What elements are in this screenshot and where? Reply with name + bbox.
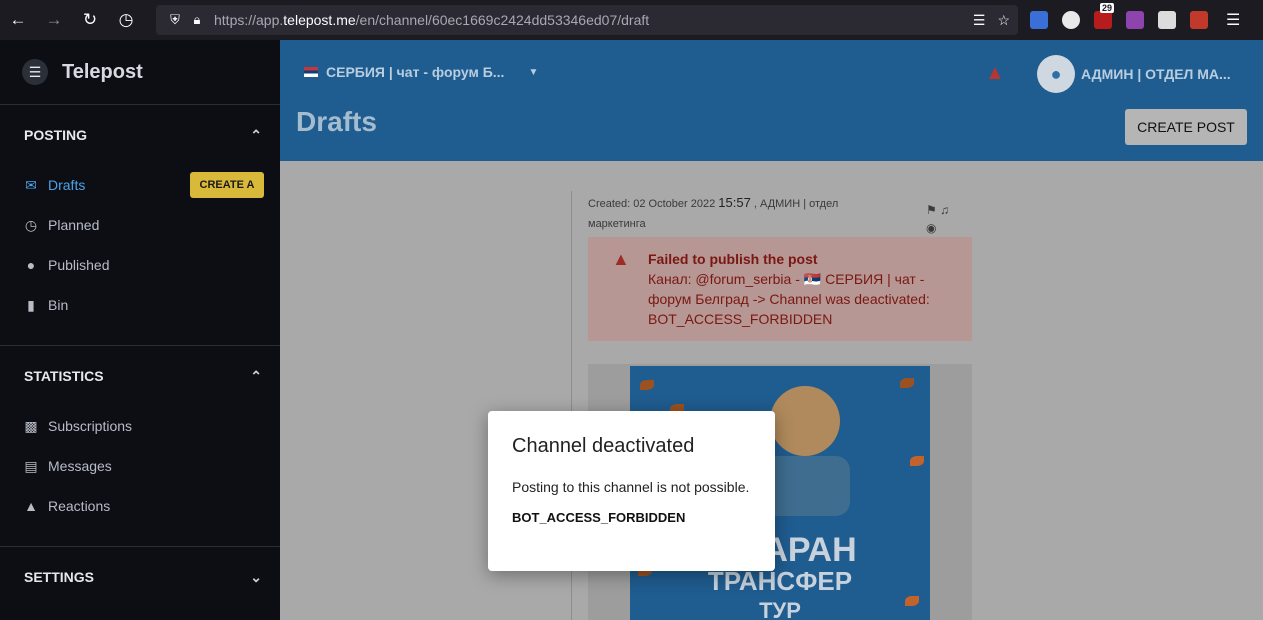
bell-off-icon[interactable]: ♫	[940, 203, 949, 217]
extension-icon[interactable]	[1158, 11, 1176, 29]
create-badge-button[interactable]: CREATE A	[190, 172, 264, 198]
extension-icon[interactable]	[1126, 11, 1144, 29]
warning-icon: ▲	[612, 249, 630, 269]
chevron-down-icon: ⌄	[250, 568, 262, 585]
error-text: Канал: @forum_serbia - 🇷🇸 СЕРБИЯ | чат -…	[648, 271, 930, 327]
thumbs-up-icon: ▲	[24, 498, 38, 514]
brand-name: Telepost	[62, 60, 143, 83]
post-meta: Created: 02 October 2022 15:57 , АДМИН |…	[588, 195, 839, 230]
bot-icon[interactable]: ◉	[926, 219, 949, 237]
dialog-error-code: BOT_ACCESS_FORBIDDEN	[512, 510, 686, 525]
shield-icon[interactable]: ⛨	[164, 12, 186, 28]
chevron-up-icon: ⌃	[250, 367, 262, 384]
address-bar[interactable]: ⛨ 🔒︎ https://app.telepost.me/en/channel/…	[156, 5, 1018, 35]
trash-icon: ▮	[27, 296, 35, 313]
warning-icon[interactable]: ▲	[985, 62, 1005, 85]
extension-icon[interactable]	[1062, 11, 1080, 29]
inbox-icon: ✉	[25, 176, 37, 193]
sidebar-item-published[interactable]: ● Published	[0, 245, 280, 285]
globe-icon: ●	[26, 257, 36, 273]
serbia-flag-icon	[304, 67, 318, 77]
caret-down-icon: ▼	[528, 66, 539, 78]
dialog-text: Posting to this channel is not possible.	[512, 479, 750, 495]
sidebar-item-reactions[interactable]: ▲ Reactions	[0, 486, 280, 526]
channel-selector[interactable]: СЕРБИЯ | чат - форум Б... ▼	[304, 64, 538, 80]
hamburger-icon[interactable]: ☰	[1226, 10, 1240, 30]
deactivated-dialog: Channel deactivated Posting to this chan…	[488, 411, 775, 571]
message-icon: ▤	[24, 457, 38, 474]
section-statistics[interactable]: STATISTICS ⌃	[0, 346, 280, 406]
page-title: Drafts	[296, 106, 377, 137]
error-alert: ▲ Failed to publish the post Канал: @for…	[588, 237, 972, 341]
post-meta-icons: ⚑ ♫ ◉	[926, 201, 949, 237]
topbar: СЕРБИЯ | чат - форум Б... ▼ ▲ ● АДМИН | …	[280, 40, 1263, 161]
extension-badge-icon[interactable]: 29	[1094, 3, 1115, 29]
sidebar-item-planned[interactable]: ◷ Planned	[0, 205, 280, 245]
star-icon[interactable]: ☆	[997, 12, 1010, 29]
sidebar: ☰ Telepost POSTING ⌃ ✉ Drafts CREATE A ◷…	[0, 40, 280, 620]
extension-icon[interactable]	[1190, 11, 1208, 29]
dialog-title: Channel deactivated	[512, 435, 695, 457]
create-post-button[interactable]: CREATE POST	[1125, 109, 1247, 145]
error-title: Failed to publish the post	[648, 251, 818, 267]
bar-chart-icon: ▩	[24, 417, 38, 434]
user-name[interactable]: АДМИН | ОТДЕЛ МА...	[1081, 66, 1231, 82]
url-text[interactable]: https://app.telepost.me/en/channel/60ec1…	[214, 12, 649, 28]
back-arrow-icon[interactable]: ←	[0, 0, 36, 40]
brand[interactable]: ☰ Telepost	[0, 40, 280, 105]
lock-icon[interactable]: 🔒︎	[186, 12, 208, 28]
browser-toolbar: ← → ↻ ◷ ⛨ 🔒︎ https://app.telepost.me/en/…	[0, 0, 1263, 40]
sidebar-item-drafts[interactable]: ✉ Drafts CREATE A	[0, 165, 280, 205]
reload-icon[interactable]: ↻	[72, 0, 108, 40]
sidebar-item-messages[interactable]: ▤ Messages	[0, 446, 280, 486]
layers-icon: ☰	[22, 59, 48, 85]
alarm-clock-icon: ◷	[24, 216, 38, 233]
chevron-up-icon: ⌃	[250, 126, 262, 143]
section-posting[interactable]: POSTING ⌃	[0, 105, 280, 165]
reader-icon[interactable]: ☰	[973, 12, 986, 29]
illustration	[770, 386, 840, 456]
sidebar-item-bin[interactable]: ▮ Bin	[0, 285, 280, 325]
avatar[interactable]: ●	[1037, 55, 1075, 93]
sidebar-item-subscriptions[interactable]: ▩ Subscriptions	[0, 406, 280, 446]
history-icon[interactable]: ◷	[108, 0, 144, 40]
section-settings[interactable]: SETTINGS ⌄	[0, 547, 280, 607]
extension-icon[interactable]	[1030, 11, 1048, 29]
forward-arrow-icon[interactable]: →	[36, 0, 72, 40]
pin-icon[interactable]: ⚑ ♫	[926, 201, 949, 219]
